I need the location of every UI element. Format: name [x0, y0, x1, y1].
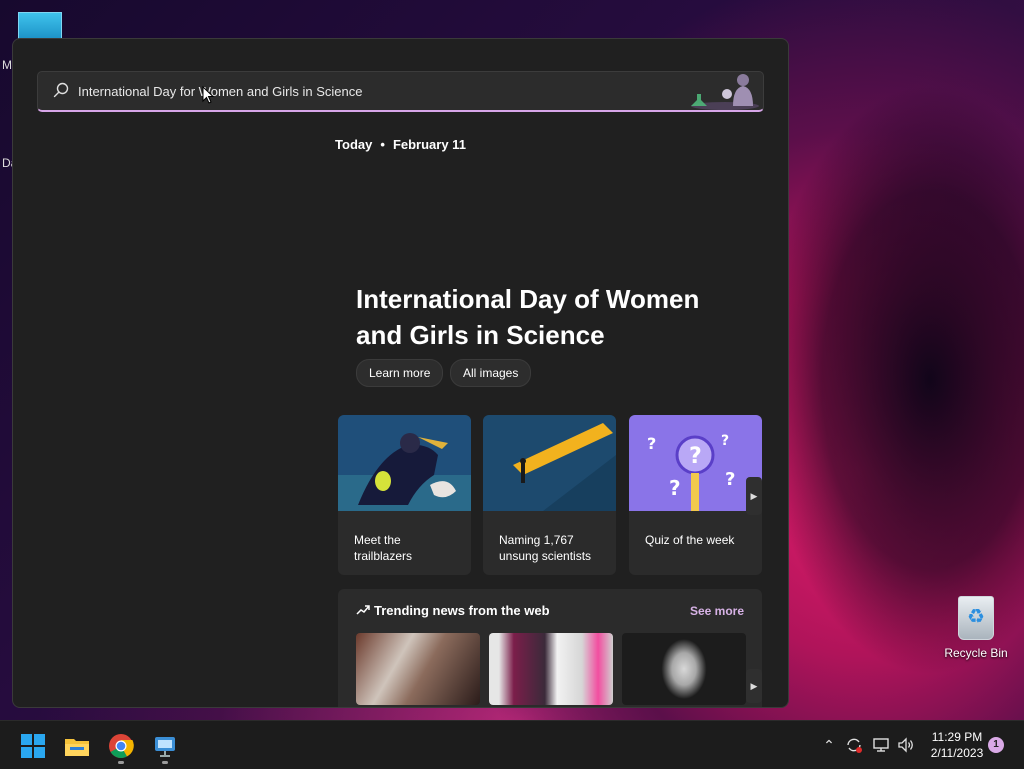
card-meet-trailblazers[interactable]: Meet the trailblazers — [338, 415, 471, 575]
news-thumbnail[interactable] — [489, 633, 613, 705]
trending-news-section: Trending news from the web See more — [338, 589, 762, 707]
next-cards-button[interactable]: ▶ — [746, 477, 762, 515]
see-more-link[interactable]: See more — [690, 604, 744, 618]
question-magnifier-image: ? ? ? ? ? — [629, 415, 762, 511]
chrome-icon[interactable] — [108, 733, 134, 759]
trending-heading: Trending news from the web — [356, 603, 550, 618]
svg-text:?: ? — [721, 433, 729, 449]
spotlight-image — [483, 415, 616, 511]
svg-text:?: ? — [689, 444, 702, 469]
svg-text:?: ? — [669, 476, 681, 500]
learn-more-button[interactable]: Learn more — [356, 359, 444, 387]
card-caption: Naming 1,767 unsung scientists — [499, 533, 592, 563]
today-label: Today — [335, 137, 373, 152]
clock-time: 11:29 PM — [931, 730, 983, 744]
taskbar: ⌃ 11:29 PM 2/11/2023 1 — [0, 720, 1024, 769]
desktop-edge-label: M — [2, 58, 12, 72]
chevron-up-icon[interactable]: ⌃ — [820, 736, 838, 754]
search-box[interactable] — [37, 71, 764, 112]
clock[interactable]: 11:29 PM 2/11/2023 — [920, 729, 994, 761]
volume-icon[interactable] — [897, 736, 915, 754]
running-indicator — [118, 761, 124, 764]
card-unsung-scientists[interactable]: Naming 1,767 unsung scientists — [483, 415, 616, 575]
file-explorer-icon[interactable] — [64, 733, 90, 759]
scuba-diver-image — [338, 415, 471, 511]
card-caption: Meet the trailblazers — [354, 533, 413, 563]
mouse-cursor-icon — [202, 86, 214, 104]
next-news-button[interactable]: ▶ — [746, 669, 762, 703]
search-input[interactable] — [78, 72, 678, 110]
all-images-button[interactable]: All images — [450, 359, 532, 387]
sync-icon[interactable] — [845, 736, 863, 754]
network-icon[interactable] — [872, 736, 890, 754]
clock-date: 2/11/2023 — [930, 746, 984, 760]
recycle-bin-icon — [958, 596, 994, 640]
trending-title: Trending news from the web — [374, 603, 550, 618]
search-icon — [53, 82, 69, 98]
svg-text:?: ? — [647, 434, 656, 453]
news-thumbnail[interactable] — [356, 633, 480, 705]
app-icon[interactable] — [152, 733, 178, 759]
date-label: February 11 — [392, 137, 466, 152]
start-icon[interactable] — [20, 733, 46, 759]
card-quiz-of-the-week[interactable]: ? ? ? ? ? Quiz of the week — [629, 415, 762, 575]
notification-badge[interactable]: 1 — [988, 737, 1004, 753]
search-panel: Today•February 11 International Day of W… — [12, 38, 789, 708]
running-indicator — [162, 761, 168, 764]
scientist-illustration-icon — [691, 74, 759, 110]
hero-title[interactable]: International Day of Women and Girls in … — [356, 281, 746, 353]
news-thumbnail[interactable] — [622, 633, 746, 705]
card-caption: Quiz of the week — [645, 533, 735, 547]
date-heading: Today • February 11 — [335, 137, 466, 152]
svg-text:?: ? — [725, 469, 735, 490]
trending-icon — [356, 605, 370, 615]
recycle-bin-label: Recycle Bin — [944, 646, 1008, 660]
recycle-bin[interactable]: Recycle Bin — [940, 596, 1012, 660]
